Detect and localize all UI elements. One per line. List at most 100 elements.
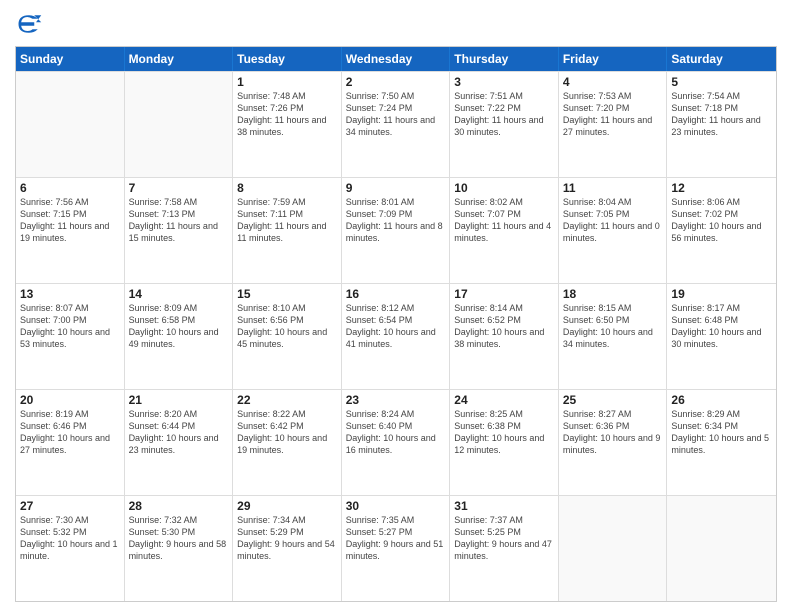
- day-info: Sunrise: 8:15 AM Sunset: 6:50 PM Dayligh…: [563, 302, 663, 351]
- calendar-week-5: 27Sunrise: 7:30 AM Sunset: 5:32 PM Dayli…: [16, 495, 776, 601]
- calendar-cell: 18Sunrise: 8:15 AM Sunset: 6:50 PM Dayli…: [559, 284, 668, 389]
- day-info: Sunrise: 8:09 AM Sunset: 6:58 PM Dayligh…: [129, 302, 229, 351]
- day-number: 3: [454, 75, 554, 89]
- day-number: 2: [346, 75, 446, 89]
- calendar-cell: 26Sunrise: 8:29 AM Sunset: 6:34 PM Dayli…: [667, 390, 776, 495]
- day-info: Sunrise: 8:06 AM Sunset: 7:02 PM Dayligh…: [671, 196, 772, 245]
- day-number: 20: [20, 393, 120, 407]
- day-number: 30: [346, 499, 446, 513]
- calendar-cell: 22Sunrise: 8:22 AM Sunset: 6:42 PM Dayli…: [233, 390, 342, 495]
- day-info: Sunrise: 8:14 AM Sunset: 6:52 PM Dayligh…: [454, 302, 554, 351]
- day-number: 25: [563, 393, 663, 407]
- day-number: 10: [454, 181, 554, 195]
- day-info: Sunrise: 8:20 AM Sunset: 6:44 PM Dayligh…: [129, 408, 229, 457]
- day-number: 4: [563, 75, 663, 89]
- day-info: Sunrise: 8:01 AM Sunset: 7:09 PM Dayligh…: [346, 196, 446, 245]
- calendar-cell: 24Sunrise: 8:25 AM Sunset: 6:38 PM Dayli…: [450, 390, 559, 495]
- day-number: 17: [454, 287, 554, 301]
- day-info: Sunrise: 8:22 AM Sunset: 6:42 PM Dayligh…: [237, 408, 337, 457]
- day-number: 8: [237, 181, 337, 195]
- day-header-friday: Friday: [559, 47, 668, 71]
- day-header-sunday: Sunday: [16, 47, 125, 71]
- day-info: Sunrise: 7:50 AM Sunset: 7:24 PM Dayligh…: [346, 90, 446, 139]
- calendar-cell: 14Sunrise: 8:09 AM Sunset: 6:58 PM Dayli…: [125, 284, 234, 389]
- day-number: 14: [129, 287, 229, 301]
- day-number: 19: [671, 287, 772, 301]
- day-info: Sunrise: 8:24 AM Sunset: 6:40 PM Dayligh…: [346, 408, 446, 457]
- calendar-cell: 23Sunrise: 8:24 AM Sunset: 6:40 PM Dayli…: [342, 390, 451, 495]
- day-info: Sunrise: 8:04 AM Sunset: 7:05 PM Dayligh…: [563, 196, 663, 245]
- calendar-week-4: 20Sunrise: 8:19 AM Sunset: 6:46 PM Dayli…: [16, 389, 776, 495]
- calendar-cell: 31Sunrise: 7:37 AM Sunset: 5:25 PM Dayli…: [450, 496, 559, 601]
- calendar-week-1: 1Sunrise: 7:48 AM Sunset: 7:26 PM Daylig…: [16, 71, 776, 177]
- calendar-cell: 15Sunrise: 8:10 AM Sunset: 6:56 PM Dayli…: [233, 284, 342, 389]
- calendar-cell: 6Sunrise: 7:56 AM Sunset: 7:15 PM Daylig…: [16, 178, 125, 283]
- calendar-week-2: 6Sunrise: 7:56 AM Sunset: 7:15 PM Daylig…: [16, 177, 776, 283]
- calendar: SundayMondayTuesdayWednesdayThursdayFrid…: [15, 46, 777, 602]
- day-info: Sunrise: 8:27 AM Sunset: 6:36 PM Dayligh…: [563, 408, 663, 457]
- calendar-cell: 17Sunrise: 8:14 AM Sunset: 6:52 PM Dayli…: [450, 284, 559, 389]
- calendar-cell: [559, 496, 668, 601]
- day-number: 11: [563, 181, 663, 195]
- day-info: Sunrise: 8:12 AM Sunset: 6:54 PM Dayligh…: [346, 302, 446, 351]
- day-info: Sunrise: 8:10 AM Sunset: 6:56 PM Dayligh…: [237, 302, 337, 351]
- calendar-cell: 16Sunrise: 8:12 AM Sunset: 6:54 PM Dayli…: [342, 284, 451, 389]
- day-number: 26: [671, 393, 772, 407]
- day-number: 7: [129, 181, 229, 195]
- day-header-thursday: Thursday: [450, 47, 559, 71]
- calendar-cell: 20Sunrise: 8:19 AM Sunset: 6:46 PM Dayli…: [16, 390, 125, 495]
- calendar-page: SundayMondayTuesdayWednesdayThursdayFrid…: [0, 0, 792, 612]
- calendar-cell: 11Sunrise: 8:04 AM Sunset: 7:05 PM Dayli…: [559, 178, 668, 283]
- day-number: 21: [129, 393, 229, 407]
- day-number: 23: [346, 393, 446, 407]
- day-number: 28: [129, 499, 229, 513]
- day-number: 18: [563, 287, 663, 301]
- day-number: 24: [454, 393, 554, 407]
- day-number: 13: [20, 287, 120, 301]
- calendar-cell: 5Sunrise: 7:54 AM Sunset: 7:18 PM Daylig…: [667, 72, 776, 177]
- calendar-cell: 30Sunrise: 7:35 AM Sunset: 5:27 PM Dayli…: [342, 496, 451, 601]
- day-number: 5: [671, 75, 772, 89]
- calendar-cell: 1Sunrise: 7:48 AM Sunset: 7:26 PM Daylig…: [233, 72, 342, 177]
- day-info: Sunrise: 7:37 AM Sunset: 5:25 PM Dayligh…: [454, 514, 554, 563]
- day-header-monday: Monday: [125, 47, 234, 71]
- day-info: Sunrise: 7:59 AM Sunset: 7:11 PM Dayligh…: [237, 196, 337, 245]
- day-info: Sunrise: 8:07 AM Sunset: 7:00 PM Dayligh…: [20, 302, 120, 351]
- calendar-body: 1Sunrise: 7:48 AM Sunset: 7:26 PM Daylig…: [16, 71, 776, 601]
- calendar-week-3: 13Sunrise: 8:07 AM Sunset: 7:00 PM Dayli…: [16, 283, 776, 389]
- calendar-cell: 28Sunrise: 7:32 AM Sunset: 5:30 PM Dayli…: [125, 496, 234, 601]
- calendar-cell: 29Sunrise: 7:34 AM Sunset: 5:29 PM Dayli…: [233, 496, 342, 601]
- day-info: Sunrise: 7:35 AM Sunset: 5:27 PM Dayligh…: [346, 514, 446, 563]
- day-info: Sunrise: 7:58 AM Sunset: 7:13 PM Dayligh…: [129, 196, 229, 245]
- calendar-cell: 7Sunrise: 7:58 AM Sunset: 7:13 PM Daylig…: [125, 178, 234, 283]
- day-info: Sunrise: 7:53 AM Sunset: 7:20 PM Dayligh…: [563, 90, 663, 139]
- day-info: Sunrise: 7:30 AM Sunset: 5:32 PM Dayligh…: [20, 514, 120, 563]
- calendar-cell: [125, 72, 234, 177]
- day-header-wednesday: Wednesday: [342, 47, 451, 71]
- day-number: 31: [454, 499, 554, 513]
- logo-icon: [15, 10, 43, 38]
- day-info: Sunrise: 8:19 AM Sunset: 6:46 PM Dayligh…: [20, 408, 120, 457]
- calendar-cell: 13Sunrise: 8:07 AM Sunset: 7:00 PM Dayli…: [16, 284, 125, 389]
- day-info: Sunrise: 8:29 AM Sunset: 6:34 PM Dayligh…: [671, 408, 772, 457]
- day-number: 15: [237, 287, 337, 301]
- day-info: Sunrise: 7:32 AM Sunset: 5:30 PM Dayligh…: [129, 514, 229, 563]
- day-number: 29: [237, 499, 337, 513]
- day-info: Sunrise: 8:17 AM Sunset: 6:48 PM Dayligh…: [671, 302, 772, 351]
- calendar-cell: 3Sunrise: 7:51 AM Sunset: 7:22 PM Daylig…: [450, 72, 559, 177]
- day-number: 9: [346, 181, 446, 195]
- page-header: [15, 10, 777, 38]
- day-number: 27: [20, 499, 120, 513]
- day-number: 16: [346, 287, 446, 301]
- day-number: 12: [671, 181, 772, 195]
- calendar-cell: [667, 496, 776, 601]
- day-number: 6: [20, 181, 120, 195]
- day-number: 22: [237, 393, 337, 407]
- calendar-cell: 2Sunrise: 7:50 AM Sunset: 7:24 PM Daylig…: [342, 72, 451, 177]
- day-header-tuesday: Tuesday: [233, 47, 342, 71]
- day-info: Sunrise: 7:56 AM Sunset: 7:15 PM Dayligh…: [20, 196, 120, 245]
- day-info: Sunrise: 7:51 AM Sunset: 7:22 PM Dayligh…: [454, 90, 554, 139]
- calendar-cell: 9Sunrise: 8:01 AM Sunset: 7:09 PM Daylig…: [342, 178, 451, 283]
- day-info: Sunrise: 7:54 AM Sunset: 7:18 PM Dayligh…: [671, 90, 772, 139]
- day-number: 1: [237, 75, 337, 89]
